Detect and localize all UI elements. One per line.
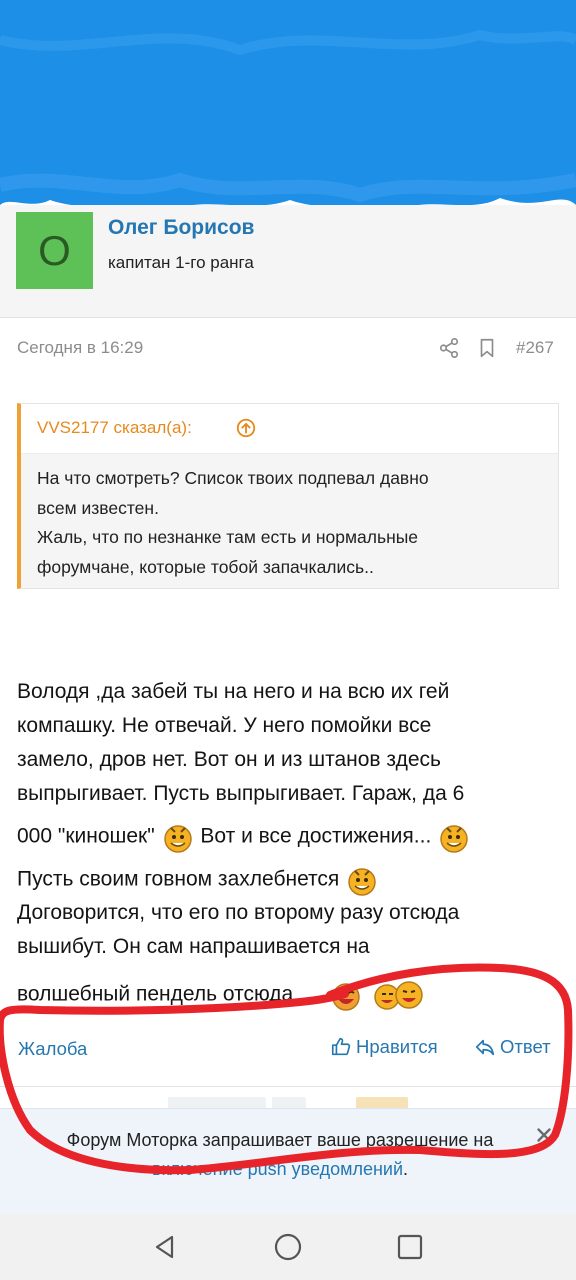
push-banner-message: Форум Моторка запрашивает ваше разрешени…	[66, 1130, 494, 1150]
post-number-link[interactable]: #267	[516, 338, 554, 358]
arrow-up-circle-icon[interactable]	[235, 417, 257, 439]
post-text: волшебный пендель отсюда	[17, 982, 294, 1006]
post-text: Вот и все достижения...	[200, 824, 432, 848]
report-link[interactable]: Жалоба	[18, 1038, 87, 1060]
redaction-scribble	[0, 0, 576, 210]
smiley-icon	[440, 825, 468, 853]
home-icon[interactable]	[273, 1232, 303, 1262]
post-date[interactable]: Сегодня в 16:29	[17, 338, 143, 358]
post-line: замело, дров нет. Вот он и из штанов зде…	[17, 748, 441, 771]
post-line-with-smileys: 000 "киношек" Вот и все достижения...	[17, 820, 471, 853]
push-banner-text: Форум Моторка запрашивает ваше разрешени…	[20, 1126, 540, 1184]
divider	[0, 1086, 576, 1087]
quote-line: всем известен.	[37, 497, 159, 518]
smiley-icon	[163, 825, 192, 853]
back-icon[interactable]	[151, 1233, 179, 1261]
post-line: Володя ,да забей ты на него и на всю их …	[17, 680, 450, 703]
post-line-with-smileys: волшебный пендель отсюда	[17, 978, 429, 1011]
avatar[interactable]: O	[16, 212, 93, 289]
push-enable-link[interactable]: включение push уведомлений	[152, 1159, 403, 1179]
page: O Олег Борисов капитан 1-го ранга Сегодн…	[0, 0, 576, 1280]
post-line: вышибут. Он сам напрашивается на	[17, 935, 370, 958]
push-banner-suffix: .	[403, 1159, 409, 1179]
quote-body: На что смотреть? Список твоих подпевал д…	[37, 464, 537, 582]
user-title: капитан 1-го ранга	[108, 253, 254, 272]
reply-button[interactable]: Ответ	[474, 1036, 551, 1058]
quote-line: форумчане, которые тобой запачкались..	[37, 556, 374, 577]
post-line: выпрыгивает. Пусть выпрыгивает. Гараж, д…	[17, 782, 465, 805]
share-icon[interactable]	[438, 337, 460, 359]
like-button[interactable]: Нравится	[330, 1036, 438, 1058]
reply-label: Ответ	[500, 1036, 551, 1057]
close-icon[interactable]	[533, 1124, 555, 1146]
laughing-group-smiley-icon	[374, 981, 423, 1010]
post-line: компашку. Не отвечай. У него помойки все	[17, 714, 432, 737]
post-line: Договорится, что его по второму разу отс…	[17, 901, 460, 924]
username-link[interactable]: Олег Борисов	[108, 216, 254, 240]
quote-header: VVS2177 сказал(а):	[21, 404, 558, 454]
post-line-with-smiley: Пусть своим говном захлебнется	[17, 863, 379, 896]
bookmark-icon[interactable]	[476, 337, 498, 359]
laughing-smiley-icon	[332, 983, 360, 1011]
smiley-icon	[348, 868, 376, 896]
reply-icon	[475, 1039, 495, 1056]
like-label: Нравится	[356, 1036, 438, 1057]
quote-block: VVS2177 сказал(а): На что смотреть? Спис…	[17, 403, 559, 589]
quote-line: Жаль, что по незнанке там есть и нормаль…	[37, 527, 419, 547]
post-text: Пусть своим говном захлебнется	[17, 867, 340, 891]
quote-line: На что смотреть? Список твоих подпевал д…	[37, 468, 429, 488]
recent-apps-icon[interactable]	[397, 1234, 423, 1260]
thumbs-up-icon	[331, 1037, 351, 1056]
post-text: 000 "киношек"	[17, 824, 155, 848]
quote-author-link[interactable]: VVS2177 сказал(а):	[37, 418, 192, 438]
